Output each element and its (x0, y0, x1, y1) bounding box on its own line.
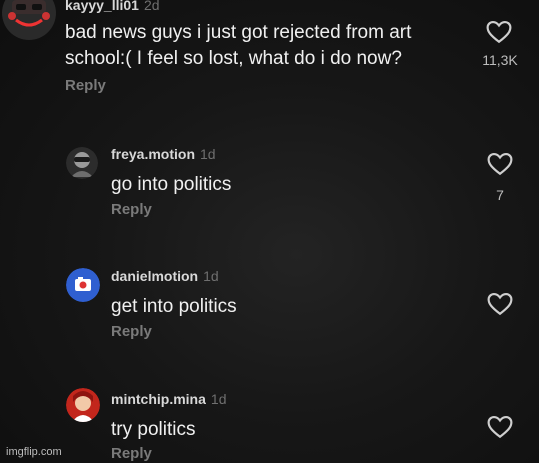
like-count: 7 (496, 187, 504, 203)
comment-thread: kayyy_lli01 2d bad news guys i just got r… (0, 0, 539, 463)
heart-icon[interactable] (486, 20, 512, 44)
comment-username[interactable]: kayyy_lli01 2d (65, 0, 160, 13)
watermark: imgflip.com (6, 446, 62, 458)
heart-icon[interactable] (487, 152, 513, 176)
heart-icon[interactable] (487, 292, 513, 316)
comment-username[interactable]: danielmotion 1d (111, 268, 219, 284)
comment-text: school:( I feel so lost, what do i do no… (65, 48, 402, 69)
comment-text: get into politics (111, 296, 237, 317)
username-text[interactable]: mintchip.mina (111, 391, 206, 407)
comment-text: try politics (111, 419, 196, 440)
username-text[interactable]: danielmotion (111, 268, 198, 284)
username-text[interactable]: kayyy_lli01 (65, 0, 139, 13)
reply-button[interactable]: Reply (111, 445, 152, 462)
comment-item: danielmotion 1d get into politics Reply (0, 262, 539, 352)
comment-item: kayyy_lli01 2d bad news guys i just got r… (0, 0, 539, 100)
reply-button[interactable]: Reply (111, 323, 152, 340)
comment-time: 1d (210, 391, 227, 407)
avatar[interactable] (66, 268, 100, 302)
avatar[interactable] (2, 0, 56, 40)
reply-button[interactable]: Reply (65, 77, 106, 94)
comment-time: 2d (143, 0, 160, 13)
heart-icon[interactable] (487, 415, 513, 439)
comment-username[interactable]: freya.motion 1d (111, 146, 216, 162)
comment-time: 1d (200, 146, 216, 162)
comment-username[interactable]: mintchip.mina 1d (111, 391, 226, 407)
reply-button[interactable]: Reply (111, 201, 152, 218)
comment-text: go into politics (111, 174, 232, 195)
comment-text: bad news guys i just got rejected from a… (65, 22, 412, 43)
comment-item: mintchip.mina 1d try politics Reply (0, 385, 539, 463)
comment-time: 1d (203, 268, 219, 284)
like-count: 11,3K (482, 52, 518, 68)
avatar[interactable] (66, 147, 98, 179)
username-text[interactable]: freya.motion (111, 146, 195, 162)
avatar[interactable] (66, 388, 100, 422)
comment-item: freya.motion 1d go into politics Reply 7 (0, 140, 539, 230)
